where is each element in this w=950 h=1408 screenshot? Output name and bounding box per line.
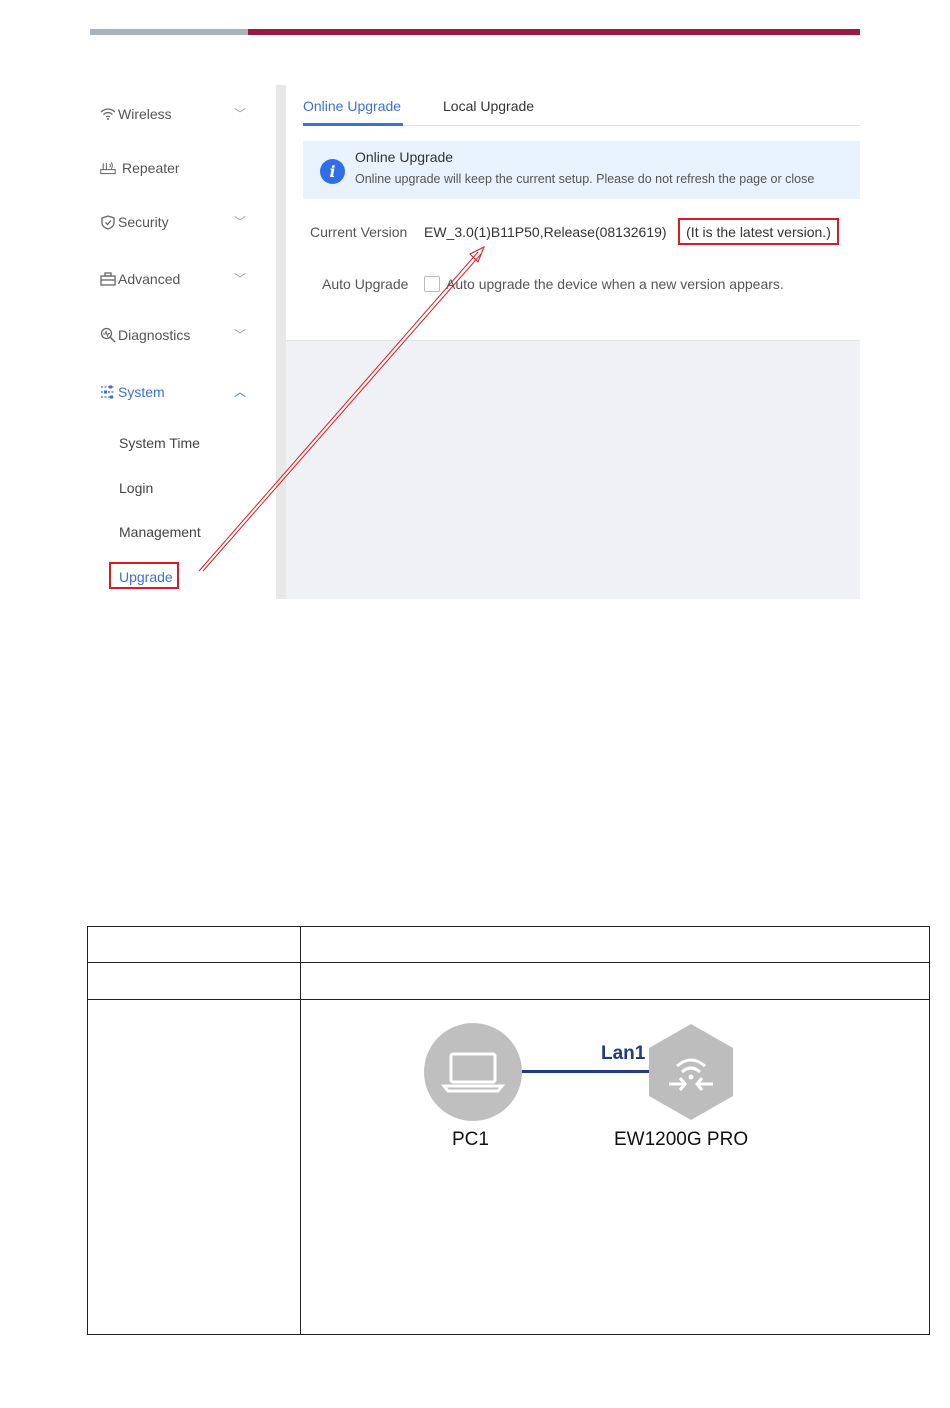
sidebar-divider bbox=[276, 85, 286, 599]
link-label: Lan1 bbox=[601, 1043, 646, 1064]
tab-local-upgrade[interactable]: Local Upgrade bbox=[443, 98, 534, 114]
auto-upgrade-checkbox[interactable] bbox=[424, 276, 440, 292]
info-text: Online upgrade will keep the current set… bbox=[355, 172, 815, 186]
router-node bbox=[649, 1024, 733, 1120]
sidebar-item-system[interactable]: System ︿ bbox=[100, 380, 260, 404]
current-version-label: Current Version bbox=[310, 224, 408, 240]
system-icon bbox=[100, 384, 116, 400]
lan-link bbox=[522, 1070, 650, 1073]
sidebar-item-label: Security bbox=[118, 214, 169, 230]
chevron-up-icon: ︿ bbox=[233, 385, 246, 399]
auto-upgrade-label: Auto Upgrade bbox=[322, 276, 409, 292]
sidebar-subitem-management[interactable]: Management bbox=[119, 524, 201, 540]
upgrade-highlight-box bbox=[109, 562, 179, 589]
sidebar-item-wireless[interactable]: Wireless ﹀ bbox=[100, 102, 260, 126]
chevron-down-icon: ﹀ bbox=[233, 328, 246, 342]
diagnostics-icon bbox=[100, 327, 116, 343]
info-table bbox=[87, 926, 930, 1335]
sidebar-item-label: System bbox=[118, 384, 165, 400]
device-label: EW1200G PRO bbox=[614, 1129, 749, 1150]
header-rule-gray bbox=[90, 29, 248, 35]
pc-label: PC1 bbox=[452, 1129, 489, 1150]
table-row-divider bbox=[88, 999, 929, 1000]
toolbox-icon bbox=[100, 271, 116, 287]
info-icon: i bbox=[320, 159, 345, 184]
table-column-divider bbox=[300, 927, 301, 1334]
info-title: Online Upgrade bbox=[355, 149, 454, 165]
laptop-icon bbox=[440, 1052, 506, 1093]
table-row-divider bbox=[88, 962, 929, 963]
upgrade-card: Online Upgrade Local Upgrade i Online Up… bbox=[286, 85, 860, 341]
sidebar: Wireless ﹀ Repeater Security ﹀ Advanced … bbox=[90, 85, 276, 599]
sidebar-item-label: Wireless bbox=[118, 106, 172, 122]
sidebar-subitem-system-time[interactable]: System Time bbox=[119, 435, 200, 451]
sidebar-subitem-login[interactable]: Login bbox=[119, 480, 153, 496]
chevron-down-icon: ﹀ bbox=[233, 272, 246, 286]
main-panel: Online Upgrade Local Upgrade i Online Up… bbox=[286, 85, 860, 599]
latest-version-status: (It is the latest version.) bbox=[678, 218, 839, 245]
info-banner: i Online Upgrade Online upgrade will kee… bbox=[303, 141, 860, 199]
chevron-down-icon: ﹀ bbox=[233, 107, 246, 121]
sidebar-item-label: Repeater bbox=[122, 160, 180, 176]
pc-node bbox=[424, 1023, 522, 1121]
tab-online-upgrade[interactable]: Online Upgrade bbox=[303, 98, 401, 114]
sidebar-item-label: Advanced bbox=[118, 271, 181, 287]
header-rule-brand bbox=[248, 29, 860, 35]
chevron-down-icon: ﹀ bbox=[233, 215, 246, 229]
sidebar-item-label: Diagnostics bbox=[118, 327, 191, 343]
sidebar-item-diagnostics[interactable]: Diagnostics ﹀ bbox=[100, 323, 260, 347]
auto-upgrade-text: Auto upgrade the device when a new versi… bbox=[446, 276, 784, 292]
shield-icon bbox=[100, 214, 116, 230]
wifi-icon bbox=[100, 106, 116, 122]
current-version-value: EW_3.0(1)B11P50,Release(08132619) bbox=[424, 224, 667, 240]
repeater-icon bbox=[100, 160, 116, 176]
active-tab-indicator bbox=[303, 123, 403, 126]
sidebar-item-advanced[interactable]: Advanced ﹀ bbox=[100, 267, 260, 291]
sidebar-item-repeater[interactable]: Repeater bbox=[100, 156, 260, 180]
sidebar-item-security[interactable]: Security ﹀ bbox=[100, 210, 260, 234]
